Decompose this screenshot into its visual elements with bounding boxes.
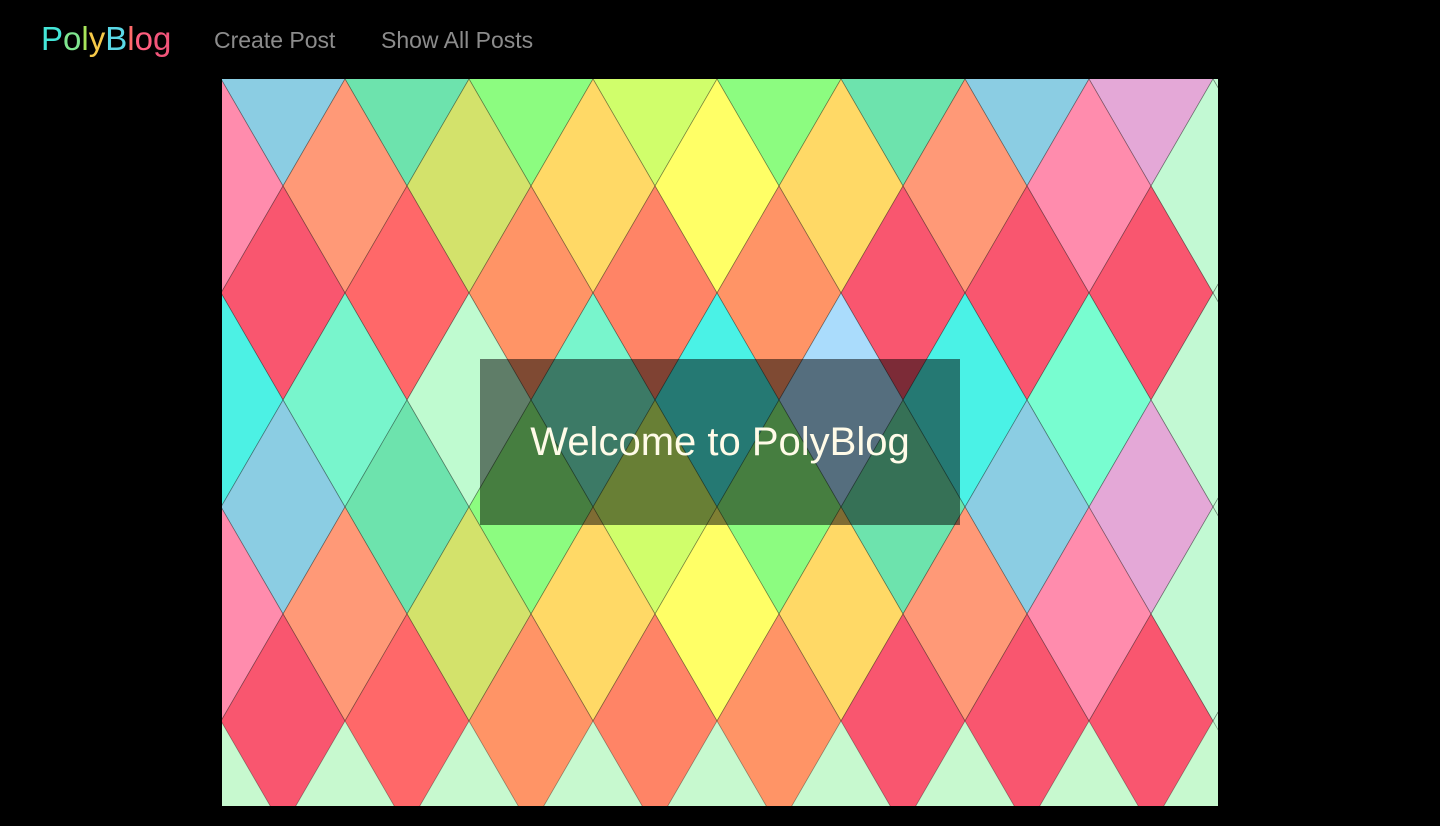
welcome-heading: Welcome to PolyBlog (530, 420, 910, 464)
brand-letter: l (81, 20, 89, 57)
brand-letter: P (41, 20, 64, 57)
brand-letter: y (88, 20, 106, 57)
hero-banner: Welcome to PolyBlog (222, 79, 1218, 806)
show-all-posts-link[interactable]: Show All Posts (381, 26, 533, 54)
welcome-overlay: Welcome to PolyBlog (480, 359, 960, 525)
brand-letter: B (105, 20, 128, 57)
brand-letter: g (152, 20, 172, 57)
brand-letter: o (63, 20, 82, 57)
brand-letter: l (127, 20, 135, 57)
create-post-link[interactable]: Create Post (214, 26, 335, 54)
brand-letter: o (134, 20, 153, 57)
top-navbar: PolyBlog Create Post Show All Posts (0, 0, 1440, 79)
brand-logo-link[interactable]: PolyBlog (41, 19, 171, 59)
